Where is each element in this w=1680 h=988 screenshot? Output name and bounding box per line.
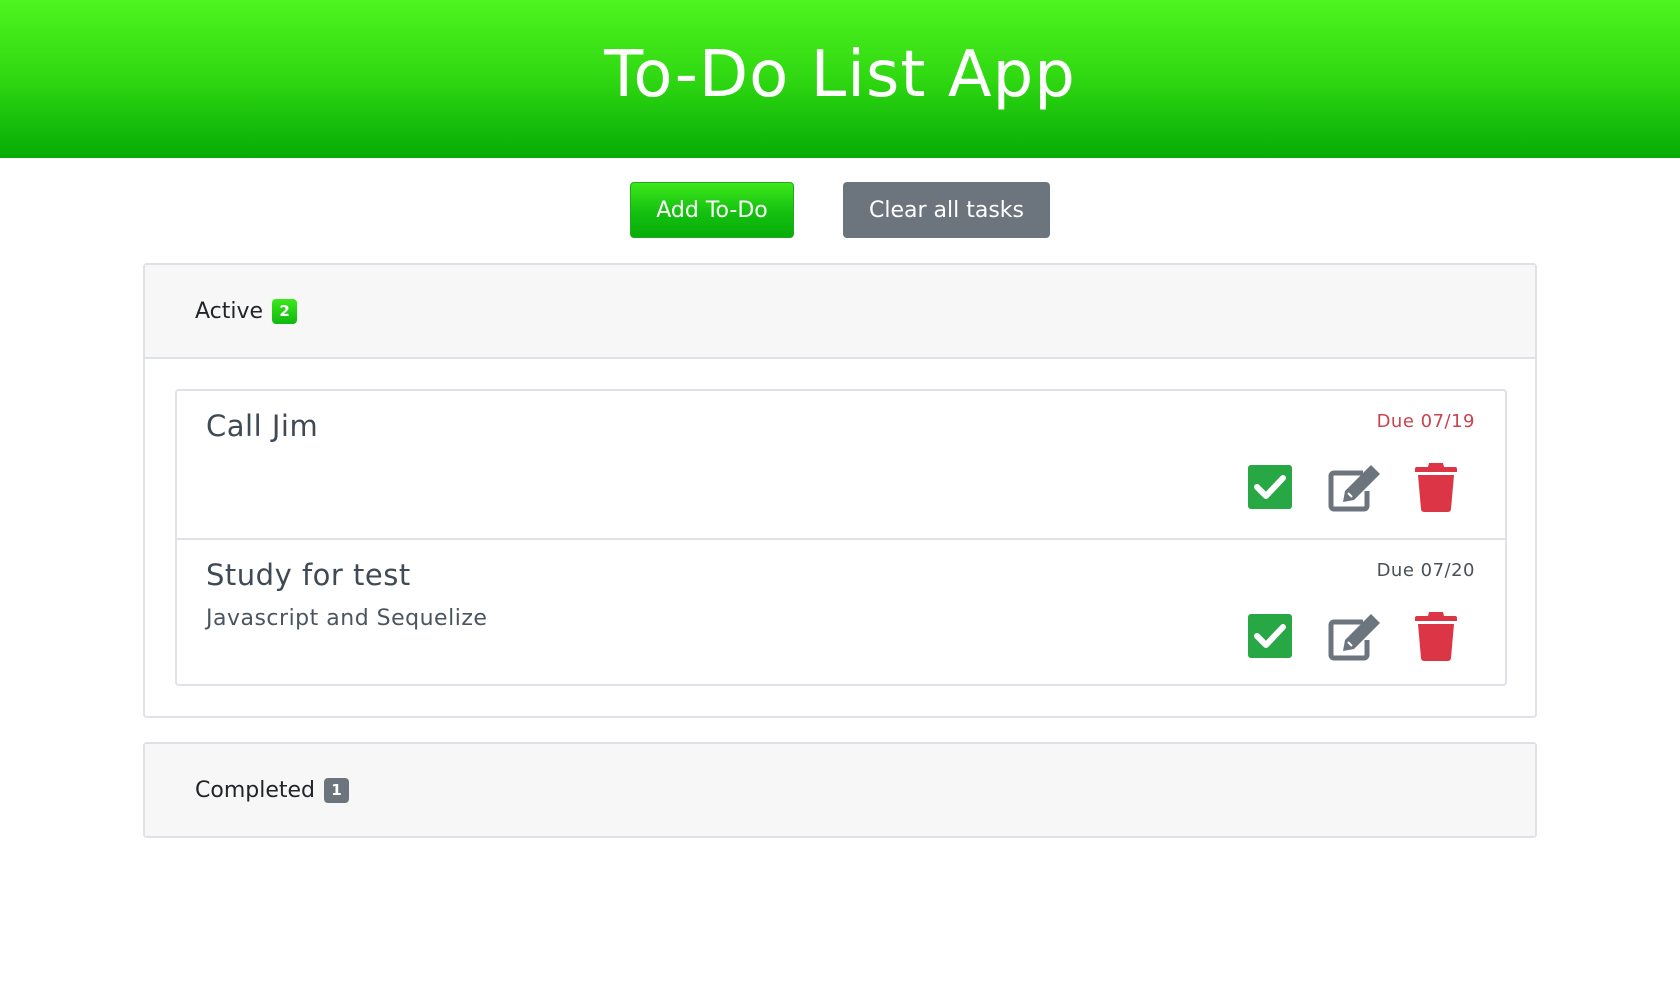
app-header: To-Do List App bbox=[0, 0, 1680, 158]
clear-all-tasks-button[interactable]: Clear all tasks bbox=[843, 182, 1050, 238]
check-square-icon[interactable] bbox=[1248, 465, 1292, 509]
task-title: Study for test bbox=[206, 558, 411, 592]
trash-icon[interactable] bbox=[1415, 611, 1457, 661]
completed-tasks-card: Completed 1 bbox=[143, 742, 1537, 838]
active-task-list: Call Jim Due 07/19 Study for test Javasc… bbox=[175, 389, 1507, 686]
app-title: To-Do List App bbox=[604, 38, 1076, 112]
task-actions bbox=[1248, 461, 1457, 513]
edit-icon[interactable] bbox=[1327, 610, 1384, 662]
task-due-date: Due 07/19 bbox=[1376, 411, 1475, 432]
edit-icon[interactable] bbox=[1327, 461, 1384, 513]
active-header[interactable]: Active 2 bbox=[145, 265, 1535, 359]
task-item: Study for test Javascript and Sequelize … bbox=[177, 538, 1505, 685]
completed-count-badge: 1 bbox=[324, 777, 349, 803]
active-count-badge: 2 bbox=[272, 298, 298, 324]
task-item: Call Jim Due 07/19 bbox=[177, 391, 1505, 538]
trash-icon[interactable] bbox=[1415, 462, 1457, 512]
completed-header[interactable]: Completed 1 bbox=[145, 744, 1535, 836]
task-description: Javascript and Sequelize bbox=[206, 606, 488, 631]
active-tasks-card: Active 2 Call Jim Due 07/19 Study for te… bbox=[143, 263, 1537, 718]
task-due-date: Due 07/20 bbox=[1376, 560, 1475, 581]
completed-label: Completed bbox=[195, 777, 315, 803]
active-label: Active bbox=[195, 298, 264, 324]
toolbar: Add To-Do Clear all tasks bbox=[0, 158, 1680, 256]
add-todo-button[interactable]: Add To-Do bbox=[630, 182, 794, 238]
task-actions bbox=[1248, 610, 1457, 662]
check-square-icon[interactable] bbox=[1248, 614, 1292, 658]
task-title: Call Jim bbox=[206, 409, 319, 443]
